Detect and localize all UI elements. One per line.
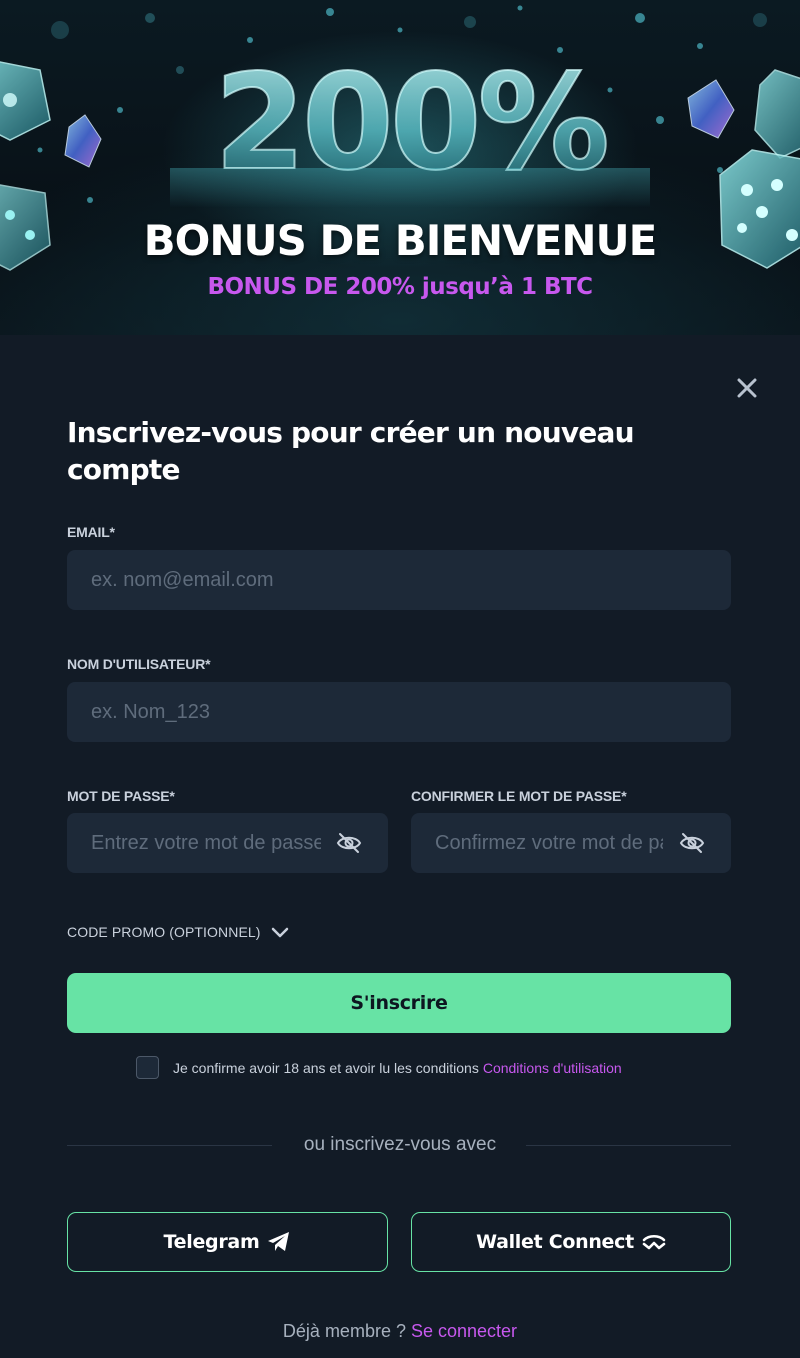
- divider-text: ou inscrivez-vous avec: [303, 1134, 497, 1155]
- eye-off-icon: [679, 833, 705, 853]
- confirm-password-field-container: [411, 813, 731, 873]
- login-prompt: Déjà membre ? Se connecter: [0, 1321, 800, 1342]
- login-link[interactable]: Se connecter: [411, 1321, 517, 1341]
- username-label: NOM D'UTILISATEUR*: [67, 656, 211, 672]
- wallet-connect-button[interactable]: Wallet Connect: [411, 1212, 731, 1272]
- telegram-button[interactable]: Telegram: [67, 1212, 388, 1272]
- chevron-down-icon: [271, 927, 288, 938]
- password-input[interactable]: [91, 813, 321, 873]
- confirm-password-label: CONFIRMER LE MOT DE PASSE*: [411, 788, 627, 804]
- terms-link[interactable]: Conditions d'utilisation: [483, 1060, 622, 1076]
- promo-code-toggle[interactable]: CODE PROMO (OPTIONNEL): [67, 919, 289, 945]
- close-button[interactable]: [733, 374, 761, 402]
- close-icon: [737, 378, 757, 398]
- walletconnect-icon: [642, 1234, 666, 1250]
- email-input[interactable]: [91, 550, 707, 610]
- email-field-container: [67, 550, 731, 610]
- signup-submit-button[interactable]: S'inscrire: [67, 973, 731, 1033]
- terms-checkbox[interactable]: [136, 1056, 159, 1079]
- form-title: Inscrivez-vous pour créer un nouveau com…: [67, 416, 635, 486]
- divider-line-left: [67, 1145, 272, 1146]
- eye-off-icon: [336, 833, 362, 853]
- banner-subtitle: BONUS DE 200% jusqu’à 1 BTC: [207, 274, 593, 300]
- username-field-container: [67, 682, 731, 742]
- username-input[interactable]: [91, 682, 707, 742]
- dice-icon: [0, 61, 51, 141]
- telegram-icon: [268, 1232, 290, 1251]
- email-label: EMAIL*: [67, 524, 115, 540]
- password-visibility-toggle[interactable]: [335, 830, 363, 856]
- wallet-connect-label: Wallet Connect: [476, 1231, 634, 1253]
- welcome-bonus-banner: 200% BONUS DE BIENVENUE BONUS DE 200% ju…: [0, 0, 800, 335]
- confirm-password-visibility-toggle[interactable]: [678, 830, 706, 856]
- telegram-label: Telegram: [163, 1231, 260, 1253]
- password-label: MOT DE PASSE*: [67, 788, 175, 804]
- promo-code-label: CODE PROMO (OPTIONNEL): [67, 924, 261, 940]
- terms-text: Je confirme avoir 18 ans et avoir lu les…: [173, 1059, 479, 1076]
- banner-title: BONUS DE BIENVENUE: [143, 216, 658, 265]
- terms-row: Je confirme avoir 18 ans et avoir lu les…: [136, 1056, 622, 1079]
- divider-line-right: [526, 1145, 731, 1146]
- password-field-container: [67, 813, 388, 873]
- confirm-password-input[interactable]: [435, 813, 663, 873]
- crystal-icon: [64, 114, 102, 168]
- login-prompt-text: Déjà membre ?: [282, 1321, 406, 1341]
